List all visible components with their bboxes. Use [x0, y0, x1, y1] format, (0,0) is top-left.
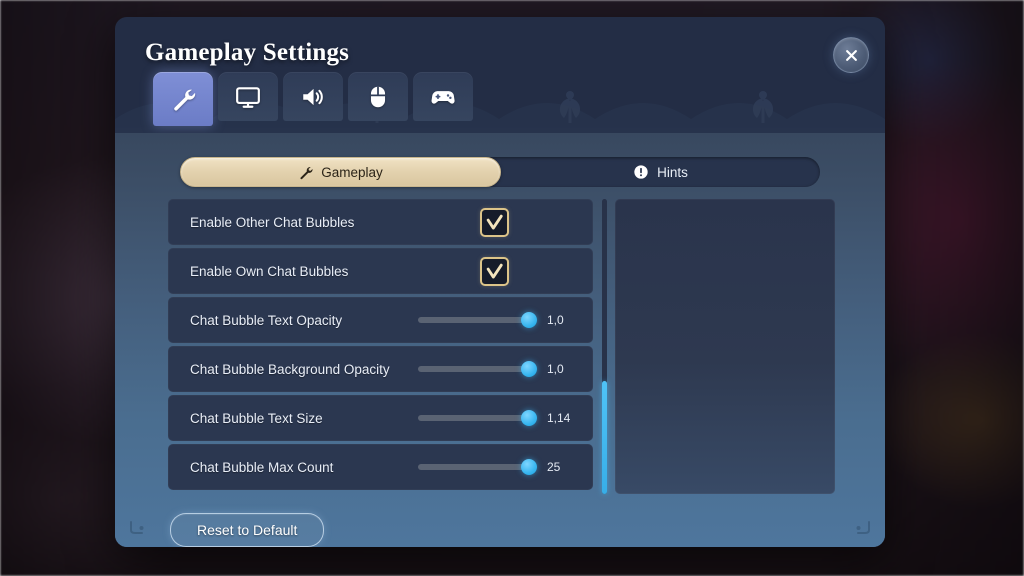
setting-label: Chat Bubble Max Count [190, 459, 334, 475]
setting-row-chat-bubble-text-opacity: Chat Bubble Text Opacity 1,0 [168, 297, 593, 343]
monitor-icon [236, 86, 260, 108]
setting-label: Chat Bubble Text Size [190, 410, 323, 426]
setting-row-enable-other-chat-bubbles: Enable Other Chat Bubbles [168, 199, 593, 245]
subtab-bar: Gameplay Hints [180, 157, 820, 187]
settings-scrollbar[interactable] [602, 199, 607, 494]
tab-controls[interactable] [348, 72, 408, 121]
tab-gameplay[interactable] [153, 72, 213, 126]
setting-label: Chat Bubble Text Opacity [190, 312, 343, 328]
slider-group: 1,14 [418, 410, 579, 426]
tab-audio[interactable] [283, 72, 343, 121]
slider-group: 25 [418, 459, 579, 475]
chat-bubble-text-opacity-slider[interactable] [418, 312, 537, 328]
chat-bubble-text-size-slider[interactable] [418, 410, 537, 426]
slider-group: 1,0 [418, 361, 579, 377]
setting-label: Enable Other Chat Bubbles [190, 214, 355, 230]
close-button[interactable] [833, 37, 869, 73]
slider-group: 1,0 [418, 312, 579, 328]
close-x-icon [845, 49, 857, 61]
tab-video[interactable] [218, 72, 278, 121]
setting-label: Enable Own Chat Bubbles [190, 263, 349, 279]
gamepad-icon [431, 90, 455, 104]
subtab-gameplay-label: Gameplay [321, 164, 383, 180]
setting-row-enable-own-chat-bubbles: Enable Own Chat Bubbles [168, 248, 593, 294]
slider-knob[interactable] [521, 410, 537, 426]
setting-row-chat-bubble-background-opacity: Chat Bubble Background Opacity 1,0 [168, 346, 593, 392]
subtab-hints[interactable]: Hints [501, 157, 820, 187]
slider-knob[interactable] [521, 361, 537, 377]
setting-row-chat-bubble-max-count: Chat Bubble Max Count 25 [168, 444, 593, 490]
setting-label: Chat Bubble Background Opacity [190, 361, 390, 377]
slider-knob[interactable] [521, 312, 537, 328]
speaker-icon [303, 88, 323, 105]
checkmark-icon [486, 263, 503, 278]
wrench-icon [174, 89, 196, 111]
settings-body: Gameplay Hints Enable Other Chat Bubbles [115, 133, 885, 547]
enable-own-chat-bubbles-checkbox[interactable] [480, 256, 509, 286]
setting-row-chat-bubble-text-size: Chat Bubble Text Size 1,14 [168, 395, 593, 441]
subtab-gameplay[interactable]: Gameplay [180, 157, 501, 187]
chat-bubble-background-opacity-slider[interactable] [418, 361, 537, 377]
description-panel [615, 199, 835, 494]
slider-value: 1,14 [547, 411, 571, 425]
settings-tab-strip [153, 72, 473, 126]
enable-other-chat-bubbles-checkbox[interactable] [480, 207, 509, 237]
slider-value: 1,0 [547, 362, 564, 376]
tab-gamepad[interactable] [413, 72, 473, 121]
scrollbar-thumb[interactable] [602, 381, 607, 494]
slider-value: 25 [547, 460, 561, 474]
chat-bubble-max-count-slider[interactable] [418, 459, 537, 475]
wrench-icon [300, 166, 313, 179]
gameplay-settings-dialog: Gameplay Settings Gameplay Hints Enable … [115, 17, 885, 547]
reset-to-default-button[interactable]: Reset to Default [170, 513, 325, 547]
slider-value: 1,0 [547, 313, 564, 327]
mouse-icon [370, 86, 386, 107]
slider-knob[interactable] [521, 459, 537, 475]
page-title: Gameplay Settings [145, 39, 350, 66]
subtab-hints-label: Hints [657, 164, 688, 180]
exclamation-icon [634, 165, 648, 179]
settings-list: Enable Other Chat Bubbles Enable Own Cha… [168, 199, 593, 494]
checkmark-icon [486, 214, 503, 229]
